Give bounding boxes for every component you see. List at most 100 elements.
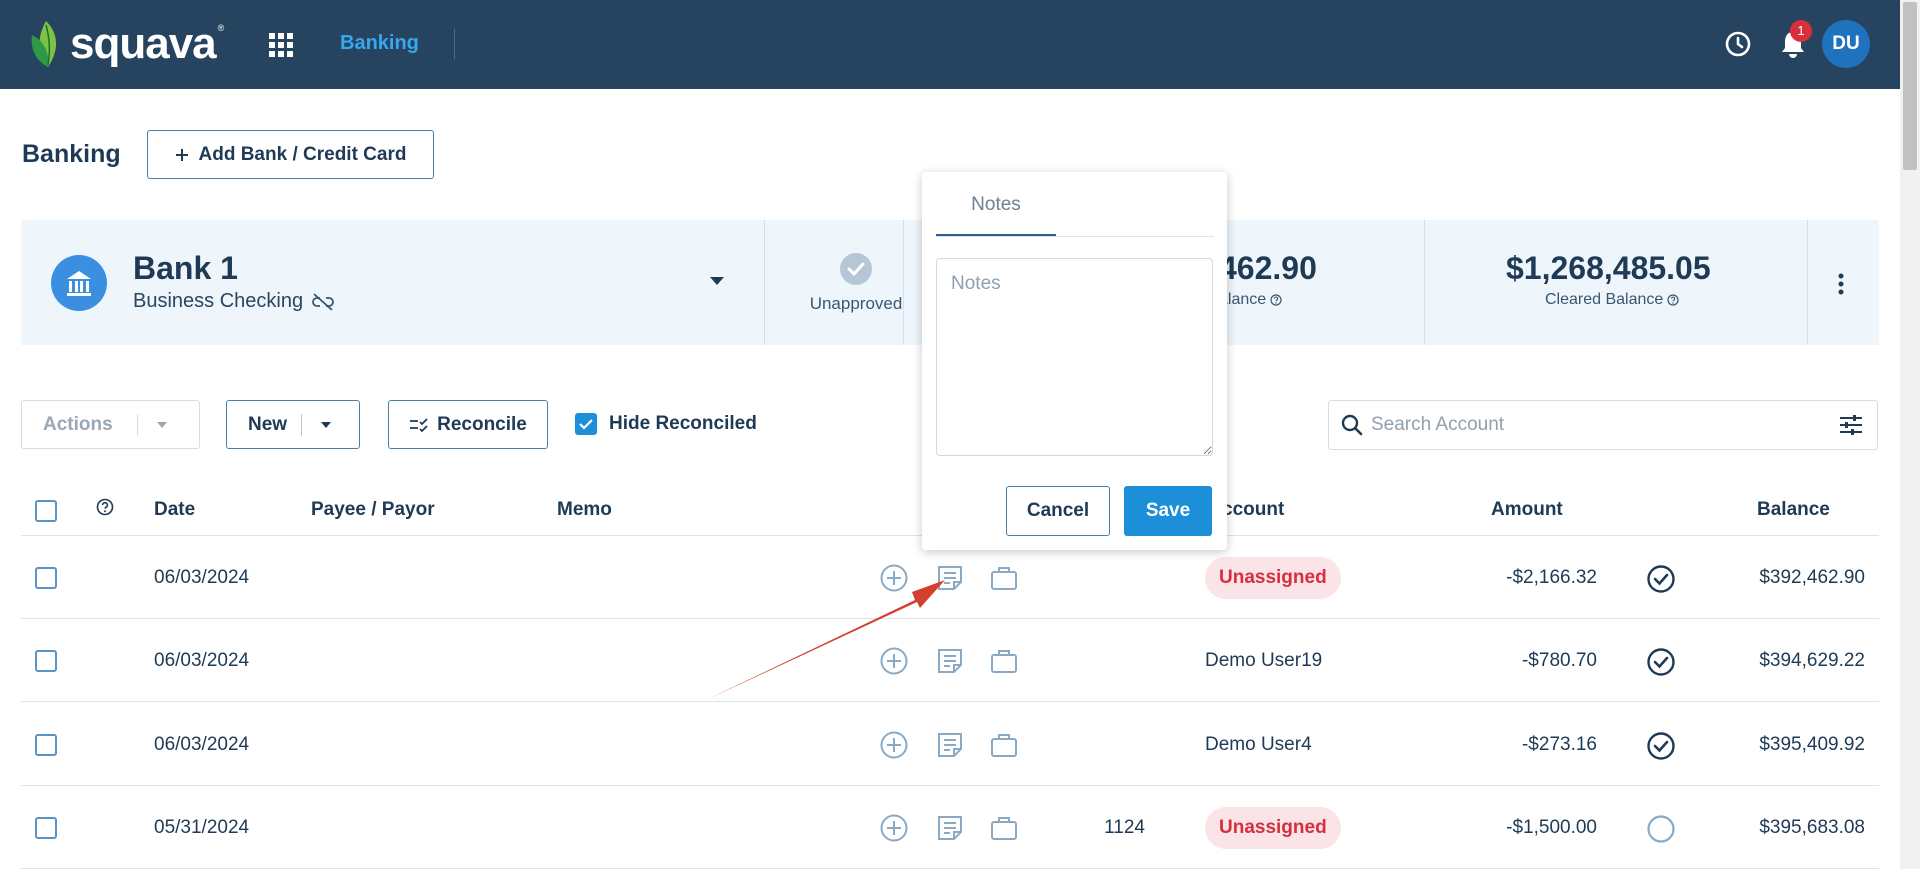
add-circle-icon[interactable] [879, 730, 909, 760]
page-scrollbar-thumb[interactable] [1903, 2, 1917, 170]
account-type-label: Business Checking [133, 290, 304, 312]
add-circle-icon[interactable] [879, 646, 909, 676]
kebab-menu-icon[interactable] [1836, 272, 1846, 296]
column-header-balance[interactable]: Balance [1757, 499, 1830, 521]
cleared-balance-label-text: Cleared Balance [1545, 291, 1664, 308]
briefcase-icon[interactable] [989, 730, 1019, 760]
row-amount: -$780.70 [1521, 650, 1597, 671]
brand-name: squava [70, 19, 217, 68]
tab-track [936, 236, 1214, 237]
tab-notes[interactable]: Notes [936, 190, 1056, 236]
chevron-down-icon [321, 421, 332, 428]
unassigned-account-badge[interactable]: Unassigned [1205, 557, 1341, 599]
notes-icon[interactable] [935, 563, 965, 593]
row-account[interactable]: Demo User19 [1205, 650, 1322, 672]
cancel-button[interactable]: Cancel [1006, 486, 1110, 536]
search-account-box [1328, 400, 1878, 450]
row-balance: $394,629.22 [1759, 650, 1865, 671]
bank-avatar [51, 255, 107, 311]
cleared-check-circle-icon[interactable] [1646, 731, 1676, 761]
row-date: 06/03/2024 [154, 650, 250, 671]
reconcile-label: Reconcile [437, 413, 527, 435]
search-icon [1341, 414, 1363, 436]
account-dropdown-caret-icon[interactable] [709, 276, 725, 286]
tab-active-indicator [936, 234, 1056, 236]
column-header-amount[interactable]: Amount [1491, 499, 1563, 521]
column-header-date[interactable]: Date [154, 499, 195, 521]
balance-value: 462.90 [1219, 250, 1317, 286]
row-checkbox[interactable] [35, 734, 57, 756]
column-header-payee[interactable]: Payee / Payor [311, 499, 435, 521]
button-divider [136, 413, 138, 436]
reconcile-icon [410, 417, 428, 432]
row-divider [21, 701, 1879, 702]
save-button[interactable]: Save [1124, 486, 1212, 536]
help-icon[interactable] [1667, 294, 1679, 306]
briefcase-icon[interactable] [989, 563, 1019, 593]
unapproved-label: Unapproved [809, 294, 903, 313]
unassigned-account-badge[interactable]: Unassigned [1205, 807, 1341, 849]
notes-icon[interactable] [935, 813, 965, 843]
squava-logo[interactable]: squava ® [28, 14, 224, 74]
column-header-memo[interactable]: Memo [557, 499, 612, 521]
row-amount: -$273.16 [1521, 734, 1597, 755]
unlinked-chain-icon [312, 292, 334, 311]
briefcase-icon[interactable] [989, 813, 1019, 843]
clock-icon[interactable] [1724, 30, 1752, 58]
row-balance: $395,683.08 [1759, 817, 1865, 838]
row-checkbox[interactable] [35, 567, 57, 589]
row-check-number: 1124 [1104, 817, 1145, 838]
user-avatar[interactable]: DU [1822, 20, 1870, 68]
filter-sliders-icon[interactable] [1839, 414, 1863, 436]
actions-label: Actions [43, 413, 113, 435]
notes-textarea[interactable] [936, 258, 1213, 456]
row-account[interactable]: Demo User4 [1205, 734, 1312, 756]
search-account-input[interactable] [1371, 401, 1811, 449]
help-icon[interactable] [96, 498, 114, 516]
row-divider [21, 618, 1879, 619]
actions-dropdown-button[interactable]: Actions [21, 400, 200, 449]
leaf-logo-icon [31, 21, 57, 67]
new-label: New [248, 413, 288, 435]
help-icon[interactable] [1270, 294, 1282, 306]
checkbox-checked[interactable] [575, 413, 597, 435]
unapproved-stat[interactable]: Unapproved [786, 252, 926, 314]
notification-count-badge: 1 [1790, 20, 1812, 42]
card-separator [1424, 220, 1425, 345]
row-checkbox[interactable] [35, 650, 57, 672]
cleared-check-circle-icon[interactable] [1646, 647, 1676, 677]
nav-divider [454, 29, 455, 59]
notes-icon[interactable] [935, 646, 965, 676]
row-date: 06/03/2024 [154, 567, 250, 588]
cleared-balance-value: $1,268,485.05 [1506, 250, 1711, 286]
row-balance: $395,409.92 [1759, 734, 1865, 755]
add-bank-label: Add Bank / Credit Card [198, 143, 407, 165]
row-date: 06/03/2024 [154, 734, 250, 755]
hide-reconciled-checkbox[interactable]: Hide Reconciled [575, 413, 757, 435]
new-dropdown-button[interactable]: New [226, 400, 360, 449]
row-amount: -$2,166.32 [1506, 567, 1597, 588]
reconcile-button[interactable]: Reconcile [388, 400, 548, 449]
column-header-account[interactable]: ccount [1222, 499, 1284, 521]
bank-account-type: Business Checking [133, 290, 335, 313]
add-circle-icon[interactable] [879, 563, 909, 593]
card-separator [903, 220, 904, 345]
cleared-check-circle-icon[interactable] [1646, 564, 1676, 594]
notes-icon[interactable] [935, 730, 965, 760]
add-circle-icon[interactable] [879, 813, 909, 843]
button-divider [301, 413, 303, 436]
plus-icon [175, 148, 188, 161]
uncleared-circle-icon[interactable] [1646, 814, 1676, 844]
card-separator [1807, 220, 1808, 345]
top-bar: squava ® Banking 1 DU [0, 0, 1900, 89]
add-bank-credit-card-button[interactable]: Add Bank / Credit Card [147, 130, 434, 179]
balance-label: alance [1219, 291, 1282, 309]
apps-grid-icon[interactable] [268, 32, 294, 58]
row-checkbox[interactable] [35, 817, 57, 839]
nav-banking-link[interactable]: Banking [340, 32, 419, 55]
select-all-checkbox[interactable] [35, 500, 57, 522]
notes-popover: Notes Cancel Save [922, 172, 1227, 550]
briefcase-icon[interactable] [989, 646, 1019, 676]
bank-name: Bank 1 [133, 250, 238, 286]
row-amount: -$1,500.00 [1506, 817, 1597, 838]
